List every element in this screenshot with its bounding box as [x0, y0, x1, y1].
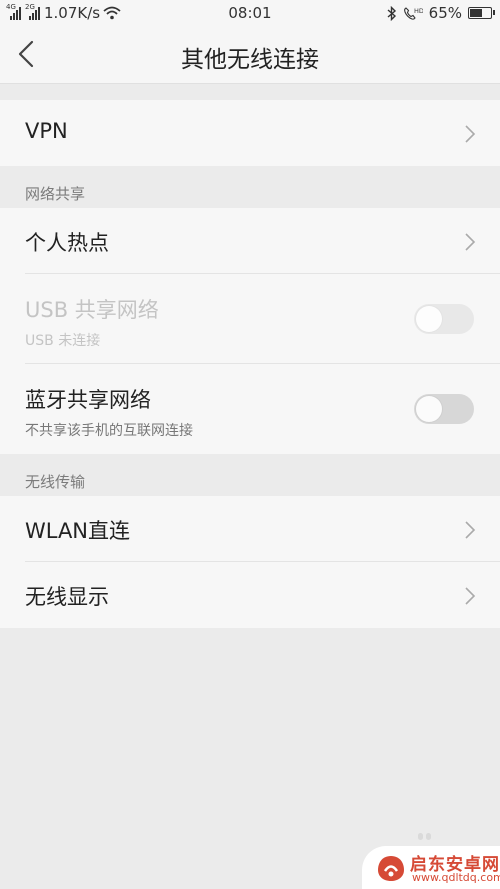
usb-tethering-status: USB 未连接 [25, 333, 101, 349]
battery-fill [470, 9, 482, 17]
bluetooth-icon [387, 5, 396, 21]
svg-text:HD: HD [414, 7, 423, 15]
wireless-display-label: 无线显示 [25, 585, 109, 609]
vpn-card: VPN [0, 100, 500, 166]
battery-percent: 65% [428, 4, 462, 22]
hd-call-icon: HD [403, 7, 423, 20]
bluetooth-tethering-label: 蓝牙共享网络 [25, 388, 151, 412]
page-title: 其他无线连接 [181, 47, 319, 73]
vpn-item[interactable]: VPN [0, 100, 500, 166]
hotspot-item[interactable]: 个人热点 [0, 208, 500, 274]
watermark-url: www.qdltdq.com [412, 871, 500, 884]
tethering-card: 个人热点 USB 共享网络 USB 未连接 蓝牙共享网络 不共享该手机的互联网连… [0, 208, 500, 454]
toggle-knob [416, 396, 442, 422]
hotspot-label: 个人热点 [25, 231, 109, 255]
chevron-right-icon [465, 521, 476, 539]
chevron-right-icon [465, 233, 476, 251]
watermark: 启东安卓网 www.qdltdq.com [362, 846, 500, 889]
wireless-display-item[interactable]: 无线显示 [0, 562, 500, 628]
section-header-tethering: 网络共享 [25, 185, 86, 203]
toggle-knob [416, 306, 442, 332]
bluetooth-tethering-toggle[interactable] [414, 394, 474, 424]
usb-tethering-toggle [414, 304, 474, 334]
bluetooth-tethering-item[interactable]: 蓝牙共享网络 不共享该手机的互联网连接 [0, 364, 500, 454]
usb-tethering-label: USB 共享网络 [25, 298, 159, 322]
vpn-label: VPN [25, 119, 68, 143]
bluetooth-tethering-status: 不共享该手机的互联网连接 [25, 423, 193, 439]
usb-tethering-item: USB 共享网络 USB 未连接 [0, 274, 500, 364]
wlan-direct-label: WLAN直连 [25, 519, 131, 543]
wlan-direct-item[interactable]: WLAN直连 [0, 496, 500, 562]
wireless-card: WLAN直连 无线显示 [0, 496, 500, 628]
battery-icon [468, 7, 495, 19]
title-bar: 其他无线连接 [0, 26, 500, 84]
status-bar: 4G 2G 1.07K/s 08:01 HD 65% [0, 0, 500, 26]
status-right: HD 65% [387, 4, 495, 22]
watermark-dots [418, 833, 431, 840]
watermark-logo-icon [378, 856, 404, 881]
chevron-right-icon [465, 587, 476, 605]
chevron-right-icon [465, 125, 476, 143]
section-header-wireless: 无线传输 [25, 473, 86, 491]
